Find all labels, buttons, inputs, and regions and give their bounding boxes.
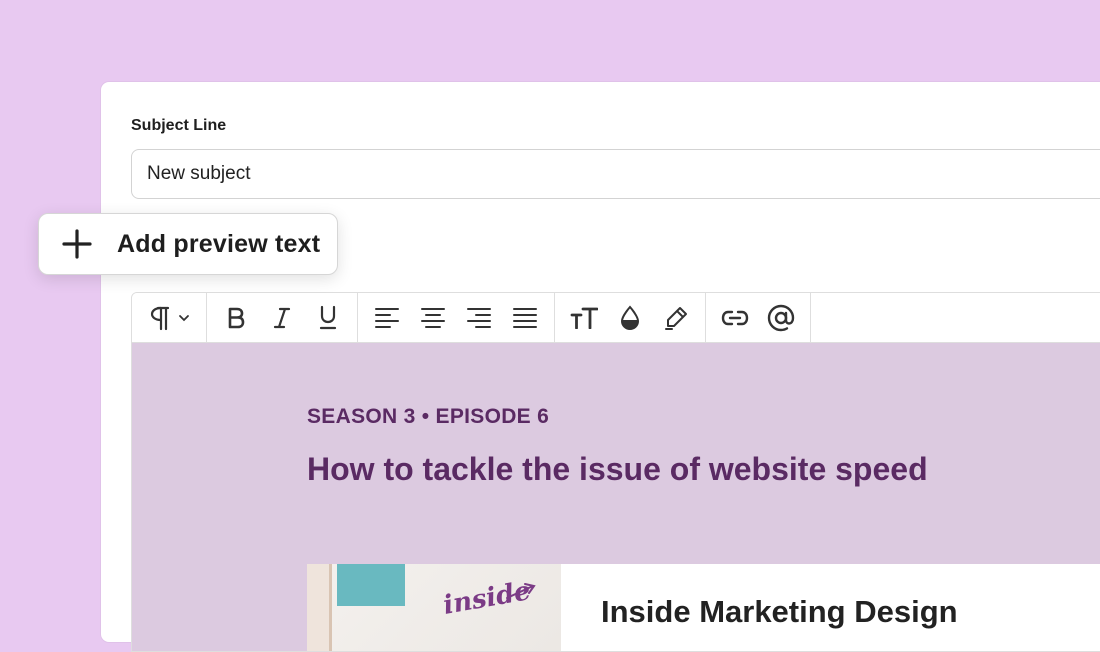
align-left-button[interactable] (364, 294, 410, 342)
subject-line-label: Subject Line (131, 117, 227, 134)
align-left-icon (375, 307, 399, 328)
align-right-button[interactable] (456, 294, 502, 342)
paragraph-group (132, 293, 207, 342)
align-right-icon (467, 307, 491, 328)
chevron-down-icon (179, 314, 189, 321)
underline-button[interactable] (305, 294, 351, 342)
insert-group (706, 293, 811, 342)
thumbnail-lettering: inside (441, 576, 536, 621)
email-content-area[interactable]: SEASON 3 • EPISODE 6 How to tackle the i… (132, 343, 1100, 651)
formatting-toolbar (132, 293, 1100, 343)
article-card[interactable]: inside Inside Marketing Design (307, 564, 1100, 651)
font-size-button[interactable] (561, 294, 607, 342)
text-style-group (207, 293, 358, 342)
rich-text-editor: SEASON 3 • EPISODE 6 How to tackle the i… (131, 292, 1100, 652)
paragraph-icon (150, 306, 170, 330)
highlight-button[interactable] (653, 294, 699, 342)
link-button[interactable] (712, 294, 758, 342)
add-preview-text-button[interactable]: Add preview text (38, 213, 338, 275)
align-center-icon (421, 307, 445, 328)
text-color-button[interactable] (607, 294, 653, 342)
bold-icon (228, 307, 245, 328)
subject-line-input[interactable]: New subject (131, 149, 1100, 199)
paragraph-style-button[interactable] (138, 294, 200, 342)
text-color-icon (620, 304, 640, 330)
episode-label: SEASON 3 • EPISODE 6 (307, 405, 550, 428)
plus-icon (61, 228, 93, 260)
alignment-group (358, 293, 555, 342)
align-justify-icon (513, 307, 537, 328)
typography-group (555, 293, 706, 342)
mention-icon (767, 304, 795, 331)
underline-icon (319, 305, 337, 329)
subject-line-value: New subject (147, 163, 251, 184)
align-justify-button[interactable] (502, 294, 548, 342)
italic-icon (273, 307, 291, 328)
italic-button[interactable] (259, 294, 305, 342)
thumbnail-text: inside (441, 576, 533, 621)
link-icon (721, 310, 749, 325)
email-editor-card: Subject Line New subject SEASON 3 • EPIS… (101, 82, 1100, 652)
add-preview-text-label: Add preview text (117, 229, 321, 258)
email-headline: How to tackle the issue of website speed (307, 451, 928, 487)
highlight-icon (665, 306, 687, 330)
mention-button[interactable] (758, 294, 804, 342)
font-size-icon (570, 307, 598, 329)
align-center-button[interactable] (410, 294, 456, 342)
article-title: Inside Marketing Design (601, 594, 958, 629)
bold-button[interactable] (213, 294, 259, 342)
article-thumbnail: inside (307, 564, 561, 651)
